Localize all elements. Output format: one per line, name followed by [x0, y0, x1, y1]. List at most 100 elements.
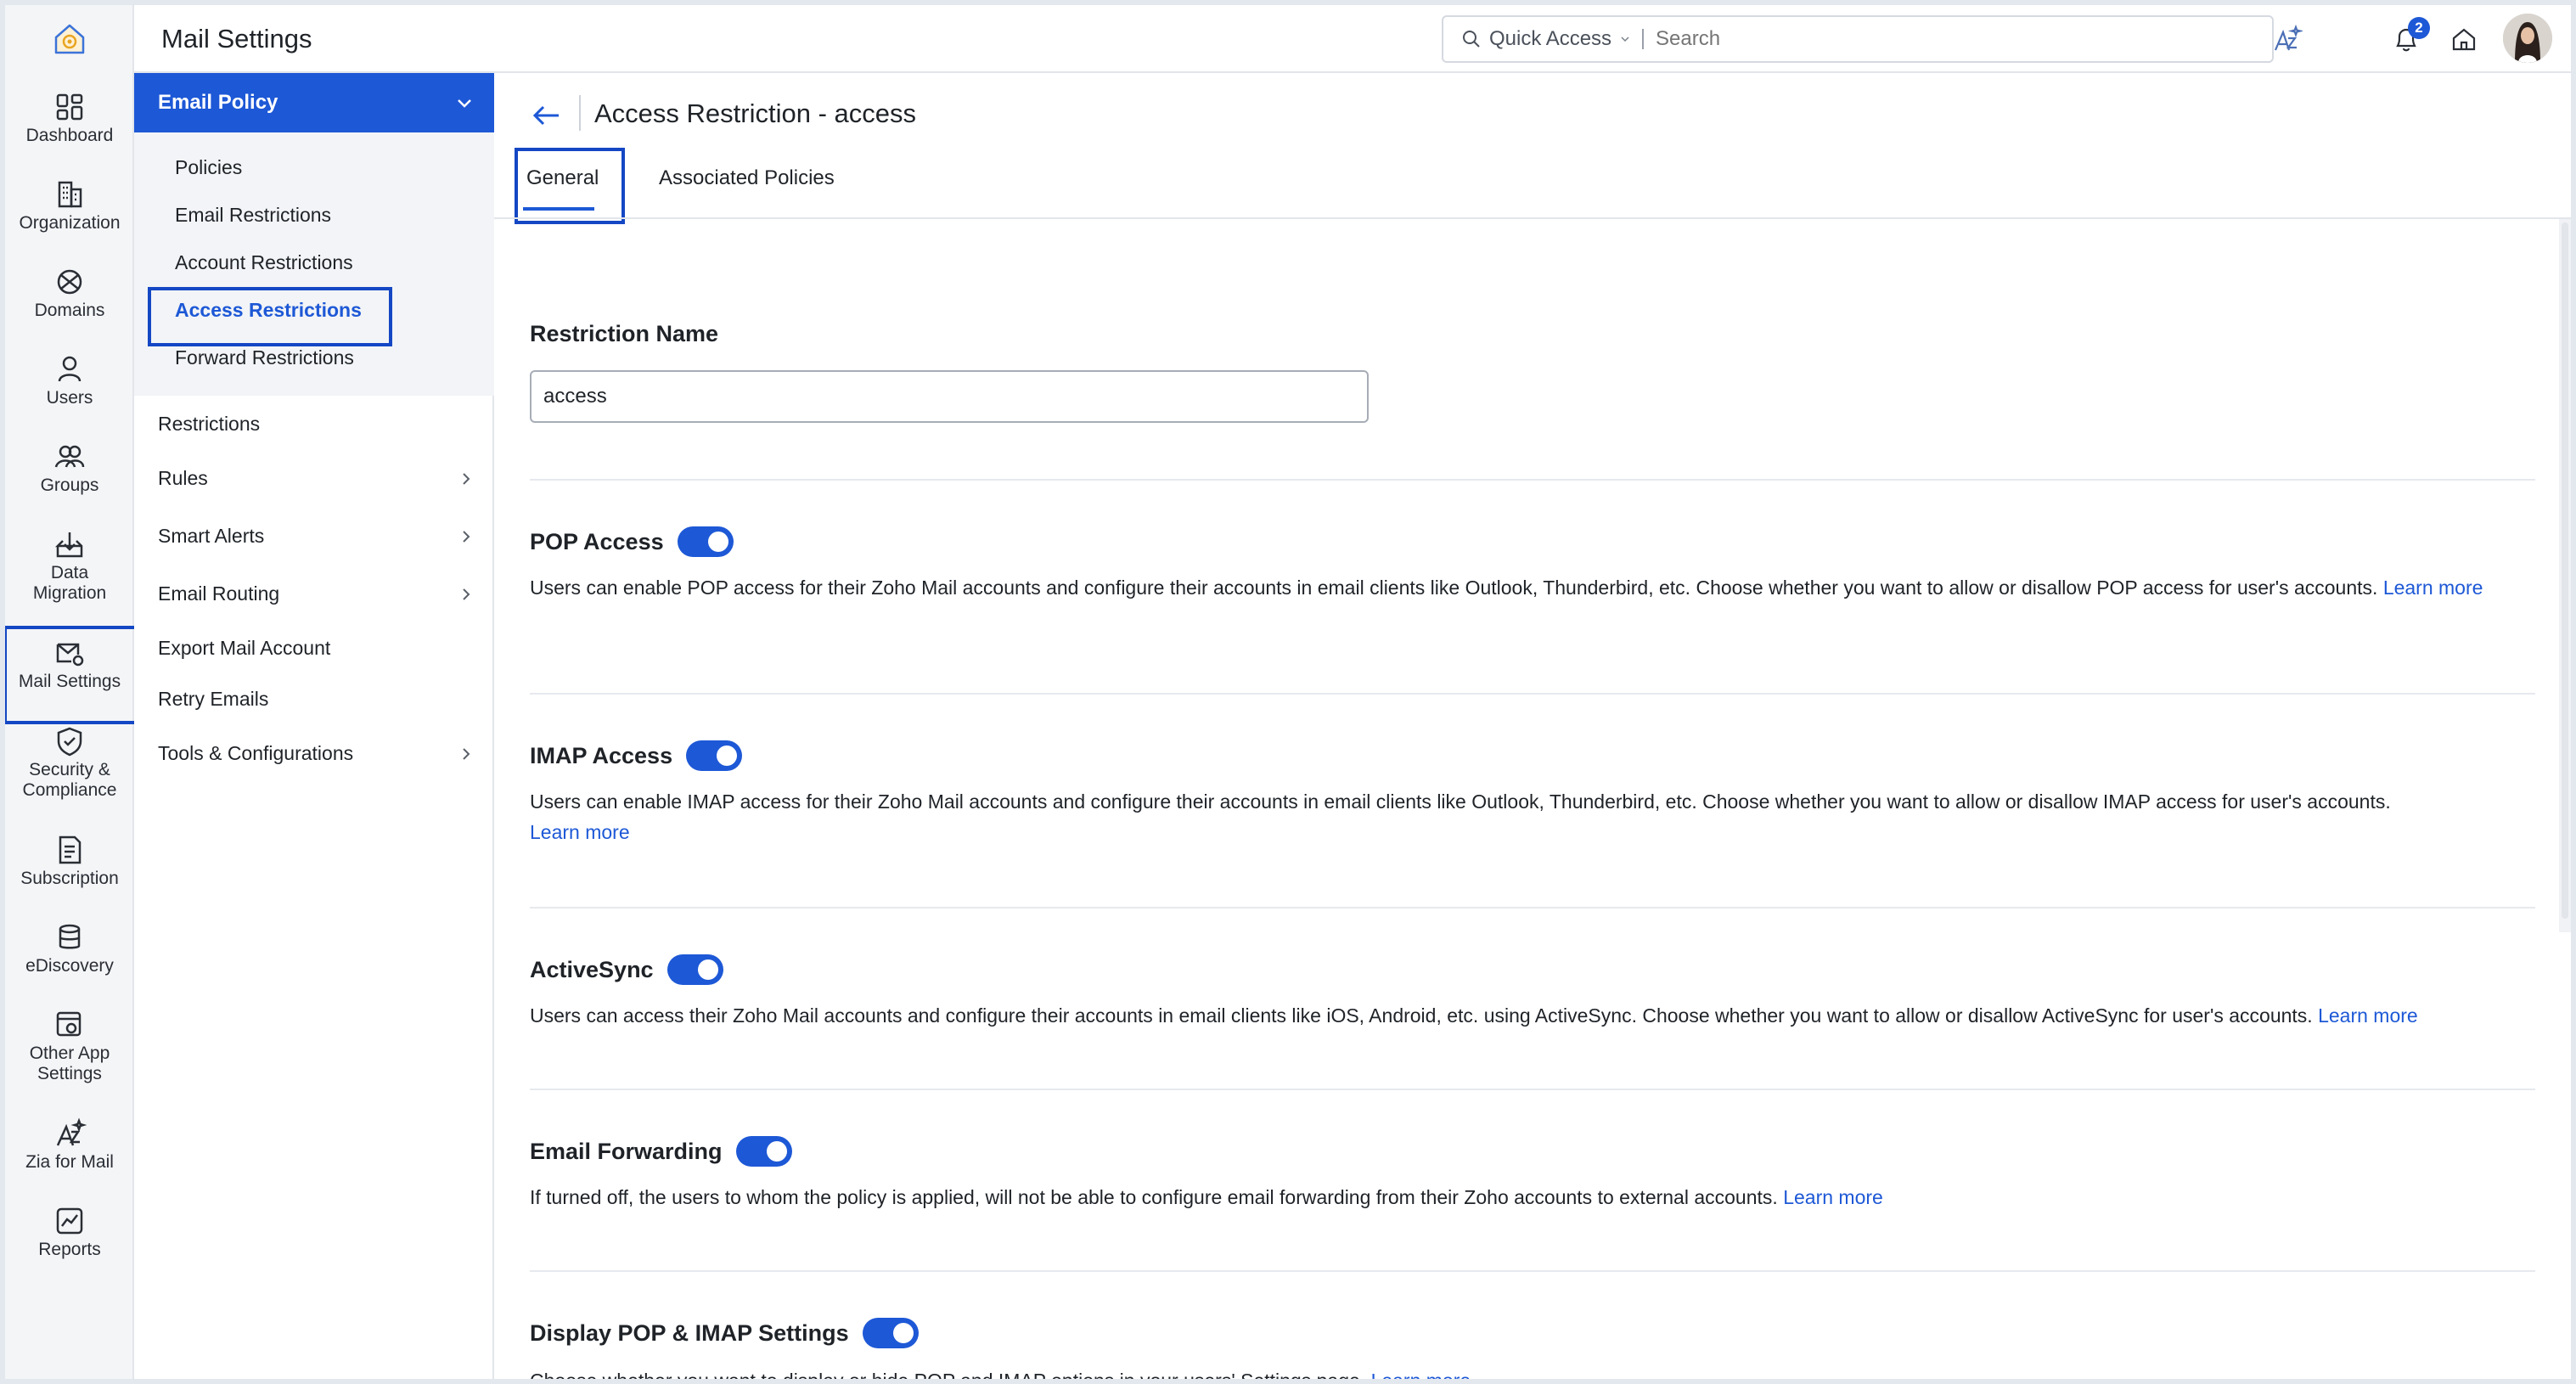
content-scrollbar[interactable]	[2559, 219, 2571, 932]
dashboard-icon	[56, 93, 83, 121]
rail-reports[interactable]: Reports	[5, 1204, 134, 1260]
rail-label: Domains	[34, 301, 105, 320]
scrollbar-thumb[interactable]	[2562, 222, 2568, 919]
other-app-settings-icon	[56, 1011, 82, 1037]
chevron-right-icon	[463, 530, 470, 543]
email-forwarding-description: If turned off, the users to whom the pol…	[530, 1182, 2535, 1212]
reports-icon	[56, 1207, 83, 1235]
subscription-icon	[59, 835, 82, 864]
rail-label: Dashboard	[25, 126, 114, 145]
learn-more-link[interactable]: Learn more	[1371, 1370, 1471, 1379]
pop-access-section: POP Access	[530, 526, 734, 557]
rail-label: Mail Settings	[18, 672, 121, 691]
email-policy-group: Policies Email Restrictions Account Rest…	[134, 132, 494, 396]
subnav-email-routing[interactable]: Email Routing	[158, 582, 474, 605]
data-migration-icon	[54, 532, 83, 558]
subnav-restrictions[interactable]: Restrictions	[158, 413, 474, 436]
search-input[interactable]	[1656, 27, 2166, 51]
email-policy-group-header[interactable]: Email Policy	[134, 73, 494, 132]
subnav-email-restrictions[interactable]: Email Restrictions	[175, 204, 331, 227]
rail-subscription[interactable]: Subscription	[5, 833, 134, 889]
app-window: Dashboard Organization Domains Users Gro…	[5, 5, 2571, 1379]
tab-highlight	[515, 148, 625, 224]
subnav-smart-alerts[interactable]: Smart Alerts	[158, 525, 474, 548]
section-title: POP Access	[530, 528, 664, 554]
rail-label: eDiscovery	[25, 956, 114, 976]
rail-dashboard[interactable]: Dashboard	[5, 90, 134, 146]
nav-label: Rules	[158, 467, 208, 489]
display-pop-imap-section: Display POP & IMAP Settings	[530, 1318, 919, 1348]
rail-security-compliance[interactable]: Security & Compliance	[5, 724, 134, 801]
tab-associated-policies[interactable]: Associated Policies	[659, 166, 835, 190]
rail-label: Users	[46, 388, 93, 408]
learn-more-link[interactable]: Learn more	[2383, 577, 2483, 599]
description-text: Users can access their Zoho Mail account…	[530, 1004, 2313, 1027]
pop-access-description: Users can enable POP access for their Zo…	[530, 572, 2535, 603]
settings-sidebar: Email Policy Policies Email Restrictions…	[134, 73, 494, 1379]
rail-groups[interactable]: Groups	[5, 440, 134, 496]
email-forwarding-section: Email Forwarding	[530, 1136, 792, 1167]
subnav-rules[interactable]: Rules	[158, 467, 474, 490]
chevron-right-icon	[463, 747, 470, 760]
subnav-export-mail-account[interactable]: Export Mail Account	[158, 637, 474, 660]
learn-more-link[interactable]: Learn more	[2318, 1004, 2418, 1027]
learn-more-link[interactable]: Learn more	[530, 821, 630, 843]
section-divider	[530, 693, 2535, 695]
chevron-right-icon	[463, 472, 470, 485]
rail-zia-for-mail[interactable]: Zia for Mail	[5, 1117, 134, 1173]
section-divider	[530, 907, 2535, 909]
learn-more-link[interactable]: Learn more	[1783, 1186, 1883, 1208]
back-arrow-icon[interactable]	[530, 98, 564, 132]
organization-icon	[58, 181, 82, 208]
group-title: Email Policy	[158, 91, 278, 114]
user-photo-icon	[2503, 14, 2552, 63]
search-bar[interactable]: Quick Access	[1442, 15, 2274, 63]
nav-label: Retry Emails	[158, 688, 269, 710]
email-forwarding-toggle[interactable]	[735, 1136, 792, 1167]
home-icon[interactable]	[2449, 24, 2479, 54]
subnav-access-restrictions[interactable]: Access Restrictions	[148, 287, 392, 346]
ediscovery-icon	[59, 924, 81, 949]
subnav-forward-restrictions[interactable]: Forward Restrictions	[175, 346, 354, 369]
pop-access-toggle[interactable]	[677, 526, 734, 557]
subnav-account-restrictions[interactable]: Account Restrictions	[175, 251, 353, 274]
rail-label: Organization	[19, 213, 121, 233]
app-logo[interactable]	[5, 5, 134, 73]
nav-label: Export Mail Account	[158, 637, 331, 659]
description-text: Choose whether you want to display or hi…	[530, 1370, 1365, 1379]
notifications-button[interactable]: 2	[2391, 17, 2430, 54]
imap-access-section: IMAP Access	[530, 740, 743, 771]
section-title: Display POP & IMAP Settings	[530, 1319, 849, 1346]
user-avatar[interactable]	[2503, 14, 2552, 63]
general-settings-form: Restriction Name POP Access Users can en…	[530, 219, 2535, 1379]
rail-users[interactable]: Users	[5, 352, 134, 408]
rail-ediscovery[interactable]: eDiscovery	[5, 920, 134, 976]
restriction-name-input[interactable]	[530, 370, 1369, 423]
activesync-toggle[interactable]	[666, 954, 723, 985]
nav-label: Restrictions	[158, 413, 261, 435]
rail-data-migration[interactable]: Data Migration	[5, 527, 134, 604]
display-pop-imap-description: Choose whether you want to display or hi…	[530, 1365, 2535, 1379]
section-title: ActiveSync	[530, 956, 654, 982]
rail-organization[interactable]: Organization	[5, 177, 134, 233]
imap-access-toggle[interactable]	[686, 740, 743, 771]
domains-icon	[57, 269, 82, 295]
display-pop-imap-toggle[interactable]	[862, 1318, 919, 1348]
search-separator	[1642, 29, 1645, 49]
title-separator	[579, 95, 581, 131]
search-icon	[1463, 31, 1480, 48]
rail-mail-settings[interactable]: Mail Settings	[5, 626, 146, 724]
section-divider	[530, 1270, 2535, 1272]
notification-badge: 2	[2408, 17, 2430, 39]
app-title: Mail Settings	[161, 24, 312, 53]
rail-other-app-settings[interactable]: Other App Settings	[5, 1008, 134, 1084]
toggle-knob	[766, 1141, 787, 1162]
subnav-tools-configurations[interactable]: Tools & Configurations	[158, 742, 474, 765]
quick-access-dropdown[interactable]: Quick Access	[1443, 27, 1630, 51]
users-icon	[58, 356, 82, 382]
rail-domains[interactable]: Domains	[5, 265, 134, 321]
zia-assistant-icon[interactable]	[2272, 24, 2303, 54]
toggle-knob	[892, 1323, 914, 1343]
subnav-retry-emails[interactable]: Retry Emails	[158, 688, 474, 711]
subnav-policies[interactable]: Policies	[175, 156, 242, 179]
